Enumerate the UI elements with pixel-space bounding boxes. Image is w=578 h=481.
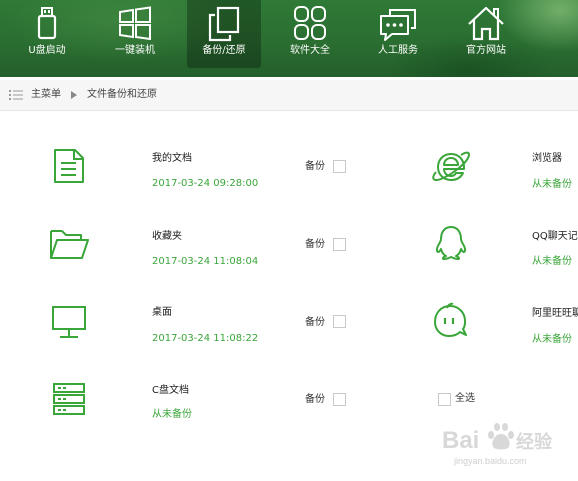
backup-checkbox[interactable] [333, 393, 346, 406]
app-item-name: 浏览器 [532, 153, 562, 164]
backup-label: 备份 [305, 239, 325, 250]
backup-item-name: 桌面 [152, 307, 172, 318]
app-item-status: 从未备份 [532, 179, 572, 190]
app-item-status: 从未备份 [532, 256, 572, 267]
copy-pages-icon [208, 6, 240, 42]
backup-item-name: 我的文档 [152, 153, 192, 164]
watermark-url: jingyan.baidu.com [453, 456, 527, 466]
backup-checkbox[interactable] [333, 160, 346, 173]
chat-bubble-icon [380, 9, 416, 41]
watermark-suffix: 经验 [516, 431, 553, 453]
breadcrumb-current: 文件备份和还原 [87, 89, 157, 100]
folder-icon [50, 230, 89, 259]
toolbar-backup-restore[interactable]: 备份/还原 [187, 0, 261, 68]
backup-item-status: 从未备份 [152, 409, 192, 420]
toolbar-backup-restore-label: 备份/还原 [202, 45, 246, 56]
app-item-status: 从未备份 [532, 334, 572, 345]
menu-list-icon [9, 90, 23, 100]
app-item-name: 阿里旺旺聊 [532, 308, 578, 319]
breadcrumb-arrow-icon [71, 91, 77, 99]
backup-checkbox[interactable] [333, 315, 346, 328]
top-toolbar: U盘启动 一键装机 备份/还原 软件大全 人工服务 官方网站 [0, 0, 578, 77]
select-all-label: 全选 [455, 393, 475, 404]
backup-label: 备份 [305, 161, 325, 172]
toolbar-one-click-install[interactable]: 一键装机 [98, 0, 172, 68]
toolbar-official-site[interactable]: 官方网站 [449, 0, 523, 68]
paw-icon [488, 423, 514, 450]
wangwang-icon [434, 302, 467, 337]
toolbar-software-center[interactable]: 软件大全 [273, 0, 347, 68]
server-icon [53, 383, 85, 415]
home-icon [468, 6, 504, 41]
toolbar-manual-service[interactable]: 人工服务 [361, 0, 435, 68]
baidu-jingyan-watermark: Bai 经验 jingyan.baidu.com [442, 423, 553, 466]
ie-browser-icon [432, 151, 471, 182]
breadcrumb: 主菜单 文件备份和还原 [0, 80, 578, 111]
document-icon [54, 149, 84, 183]
usb-drive-icon [37, 7, 57, 40]
watermark-brand: Bai [442, 427, 479, 454]
toolbar-usb-boot[interactable]: U盘启动 [10, 0, 84, 68]
backup-label: 备份 [305, 317, 325, 328]
backup-checkbox[interactable] [333, 238, 346, 251]
backup-item-name: C盘文档 [152, 385, 189, 396]
backup-item-date: 2017-03-24 11:08:22 [152, 333, 259, 344]
toolbar-usb-boot-label: U盘启动 [28, 45, 66, 56]
backup-item-name: 收藏夹 [152, 231, 182, 242]
app-item-name: QQ聊天记 [532, 231, 578, 242]
toolbar-manual-service-label: 人工服务 [378, 45, 418, 56]
toolbar-software-center-label: 软件大全 [290, 45, 330, 56]
apps-grid-icon [294, 6, 326, 40]
toolbar-one-click-install-label: 一键装机 [115, 45, 155, 56]
breadcrumb-root[interactable]: 主菜单 [31, 88, 61, 102]
backup-item-date: 2017-03-24 09:28:00 [152, 178, 259, 189]
qq-penguin-icon [435, 226, 467, 260]
monitor-icon [52, 306, 86, 338]
toolbar-official-site-label: 官方网站 [466, 45, 506, 56]
backup-item-date: 2017-03-24 11:08:04 [152, 256, 259, 267]
windows-logo-icon [119, 6, 151, 40]
backup-label: 备份 [305, 394, 325, 405]
select-all-checkbox[interactable] [438, 393, 451, 406]
